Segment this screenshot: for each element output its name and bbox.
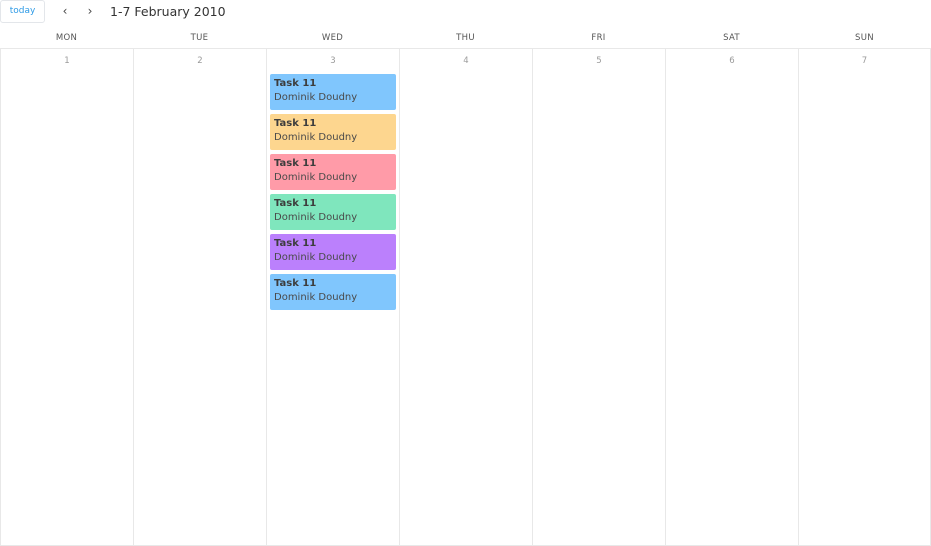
day-cell-tue[interactable]: 2 xyxy=(133,49,266,545)
event-card[interactable]: Task 11 Dominik Doudny xyxy=(270,114,396,150)
event-assignee: Dominik Doudny xyxy=(274,292,358,303)
event-assignee: Dominik Doudny xyxy=(274,212,358,223)
date-range-title: 1-7 February 2010 xyxy=(110,4,226,19)
event-assignee: Dominik Doudny xyxy=(274,172,358,183)
event-title: Task 11 xyxy=(274,198,317,209)
event-card[interactable]: Task 11 Dominik Doudny xyxy=(270,74,396,110)
day-number[interactable]: 4 xyxy=(400,54,532,68)
today-button[interactable]: today xyxy=(0,0,45,23)
day-number[interactable]: 6 xyxy=(666,54,798,68)
weekday-header-fri: FRI xyxy=(591,33,606,43)
event-title: Task 11 xyxy=(274,238,317,249)
weekday-header-sun: SUN xyxy=(855,33,874,43)
chevron-right-icon[interactable]: › xyxy=(82,2,98,20)
week-grid: MON TUE WED THU FRI SAT SUN 1 2 3 Task 11 Dominik … xyxy=(0,28,931,546)
weekday-header-thu: THU xyxy=(456,33,475,43)
day-cell-thu[interactable]: 4 xyxy=(399,49,532,545)
chevron-left-icon[interactable]: ‹ xyxy=(57,2,73,20)
day-cell-wed[interactable]: 3 Task 11 Dominik Doudny Task 11 Dominik Dou… xyxy=(266,49,399,545)
event-card[interactable]: Task 11 Dominik Doudny xyxy=(270,194,396,230)
day-cell-sun[interactable]: 7 xyxy=(798,49,931,545)
day-number[interactable]: 1 xyxy=(1,54,133,68)
weekday-header-wed: WED xyxy=(321,33,344,43)
event-assignee: Dominik Doudny xyxy=(274,132,358,143)
event-title: Task 11 xyxy=(274,118,317,129)
event-title: Task 11 xyxy=(274,278,317,289)
day-number[interactable]: 3 xyxy=(267,54,399,68)
weekday-header-row: MON TUE WED THU FRI SAT SUN xyxy=(0,28,931,48)
event-card[interactable]: Task 11 Dominik Doudny xyxy=(270,154,396,190)
day-cell-sat[interactable]: 6 xyxy=(665,49,798,545)
event-title: Task 11 xyxy=(274,78,317,89)
calendar-toolbar: today ‹ › 1-7 February 2010 xyxy=(0,0,931,24)
weekday-header-mon: MON xyxy=(55,33,78,43)
day-number[interactable]: 5 xyxy=(533,54,665,68)
day-cell-mon[interactable]: 1 xyxy=(0,49,133,545)
weekday-header-tue: TUE xyxy=(190,33,209,43)
week-body-row: 1 2 3 Task 11 Dominik Doudny Task 11 Dominik D… xyxy=(0,48,931,546)
event-card[interactable]: Task 11 Dominik Doudny xyxy=(270,234,396,270)
day-cell-fri[interactable]: 5 xyxy=(532,49,665,545)
event-title: Task 11 xyxy=(274,158,317,169)
day-number[interactable]: 7 xyxy=(799,54,930,68)
event-assignee: Dominik Doudny xyxy=(274,252,358,263)
day-number[interactable]: 2 xyxy=(134,54,266,68)
weekday-header-sat: SAT xyxy=(723,33,740,43)
event-card[interactable]: Task 11 Dominik Doudny xyxy=(270,274,396,310)
event-list: Task 11 Dominik Doudny Task 11 Dominik Doud… xyxy=(270,74,396,314)
event-assignee: Dominik Doudny xyxy=(274,92,358,103)
